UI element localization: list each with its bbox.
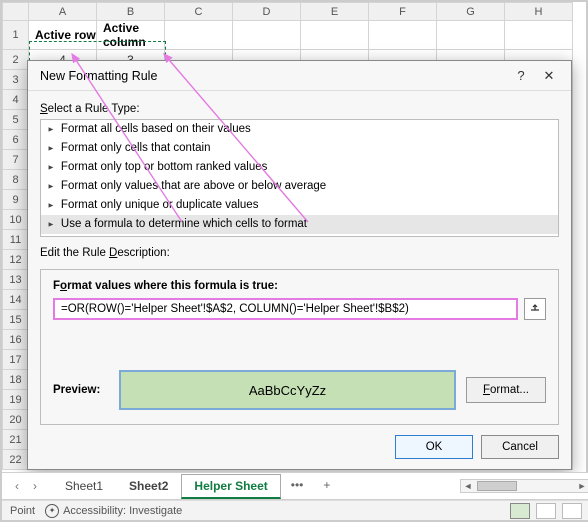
dialog-title: New Formatting Rule: [40, 69, 507, 83]
format-button[interactable]: Format...: [466, 377, 546, 403]
status-bar: Point ✦ Accessibility: Investigate: [2, 500, 588, 520]
help-button[interactable]: ?: [507, 65, 535, 87]
cell-E1[interactable]: [301, 21, 369, 50]
row-14[interactable]: 14: [3, 290, 29, 310]
close-button[interactable]: ✕: [535, 65, 563, 87]
row-1[interactable]: 1: [3, 21, 29, 50]
view-normal-button[interactable]: [510, 503, 530, 519]
col-C[interactable]: C: [165, 3, 233, 21]
row-20[interactable]: 20: [3, 410, 29, 430]
row-8[interactable]: 8: [3, 170, 29, 190]
scroll-left-icon[interactable]: ◄: [461, 481, 475, 491]
row-2[interactable]: 2: [3, 50, 29, 70]
cell-A1[interactable]: Active row: [29, 21, 97, 50]
preview-swatch: AaBbCcYyZz: [119, 370, 456, 410]
rule-type-option[interactable]: Format only unique or duplicate values: [41, 196, 558, 215]
cancel-button[interactable]: Cancel: [481, 435, 559, 459]
rule-type-option[interactable]: Format only cells that contain: [41, 139, 558, 158]
row-11[interactable]: 11: [3, 230, 29, 250]
row-4[interactable]: 4: [3, 90, 29, 110]
col-H[interactable]: H: [505, 3, 573, 21]
select-rule-type-label: Select a Rule Type:: [40, 103, 559, 115]
row-15[interactable]: 15: [3, 310, 29, 330]
rule-type-option[interactable]: Format only values that are above or bel…: [41, 177, 558, 196]
horizontal-scrollbar[interactable]: ◄ ►: [460, 479, 588, 493]
cell-F1[interactable]: [369, 21, 437, 50]
row-10[interactable]: 10: [3, 210, 29, 230]
formula-input[interactable]: [53, 298, 518, 320]
cell-mode: Point: [10, 505, 35, 517]
preview-label: Preview:: [53, 384, 109, 396]
row-13[interactable]: 13: [3, 270, 29, 290]
col-G[interactable]: G: [437, 3, 505, 21]
formula-label: Format values where this formula is true…: [53, 280, 546, 292]
tab-overflow[interactable]: •••: [281, 474, 314, 499]
rule-type-list[interactable]: Format all cells based on their valuesFo…: [40, 119, 559, 237]
row-7[interactable]: 7: [3, 150, 29, 170]
cell-G1[interactable]: [437, 21, 505, 50]
col-B[interactable]: B: [97, 3, 165, 21]
select-all-corner[interactable]: [3, 3, 29, 21]
row-16[interactable]: 16: [3, 330, 29, 350]
row-19[interactable]: 19: [3, 390, 29, 410]
rule-description-box: Format values where this formula is true…: [40, 269, 559, 425]
rule-type-option[interactable]: Use a formula to determine which cells t…: [41, 215, 558, 234]
row-22[interactable]: 22: [3, 450, 29, 470]
row-21[interactable]: 21: [3, 430, 29, 450]
col-A[interactable]: A: [29, 3, 97, 21]
row-12[interactable]: 12: [3, 250, 29, 270]
rule-type-option[interactable]: Format only top or bottom ranked values: [41, 158, 558, 177]
rule-type-option[interactable]: Format all cells based on their values: [41, 120, 558, 139]
cell-B1[interactable]: Active column: [97, 21, 165, 50]
new-sheet-button[interactable]: +: [313, 474, 340, 499]
collapse-dialog-icon[interactable]: [524, 298, 546, 320]
col-F[interactable]: F: [369, 3, 437, 21]
view-pagebreak-button[interactable]: [562, 503, 582, 519]
row-17[interactable]: 17: [3, 350, 29, 370]
row-3[interactable]: 3: [3, 70, 29, 90]
scroll-right-icon[interactable]: ►: [575, 481, 588, 491]
preview-sample-text: AaBbCcYyZz: [249, 383, 326, 398]
cell-H1[interactable]: [505, 21, 573, 50]
new-formatting-rule-dialog: New Formatting Rule ? ✕ Select a Rule Ty…: [27, 60, 572, 470]
tab-sheet2[interactable]: Sheet2: [116, 474, 181, 499]
dialog-titlebar[interactable]: New Formatting Rule ? ✕: [28, 61, 571, 91]
tab-sheet1[interactable]: Sheet1: [52, 474, 116, 499]
accessibility-status[interactable]: ✦ Accessibility: Investigate: [45, 504, 182, 518]
row-9[interactable]: 9: [3, 190, 29, 210]
tab-nav-next[interactable]: ›: [26, 477, 44, 495]
row-6[interactable]: 6: [3, 130, 29, 150]
edit-rule-description-label: Edit the Rule Description:: [40, 247, 559, 259]
sheet-tab-strip: ‹ › Sheet1 Sheet2 Helper Sheet ••• + ◄ ►: [2, 472, 588, 500]
row-5[interactable]: 5: [3, 110, 29, 130]
row-18[interactable]: 18: [3, 370, 29, 390]
ok-button[interactable]: OK: [395, 435, 473, 459]
col-D[interactable]: D: [233, 3, 301, 21]
scroll-thumb[interactable]: [477, 481, 517, 491]
col-E[interactable]: E: [301, 3, 369, 21]
accessibility-icon: ✦: [45, 504, 59, 518]
column-headers[interactable]: A B C D E F G H: [3, 3, 573, 21]
view-page-layout-button[interactable]: [536, 503, 556, 519]
tab-nav-prev[interactable]: ‹: [8, 477, 26, 495]
cell-D1[interactable]: [233, 21, 301, 50]
tab-helper-sheet[interactable]: Helper Sheet: [181, 474, 280, 499]
cell-C1[interactable]: [165, 21, 233, 50]
